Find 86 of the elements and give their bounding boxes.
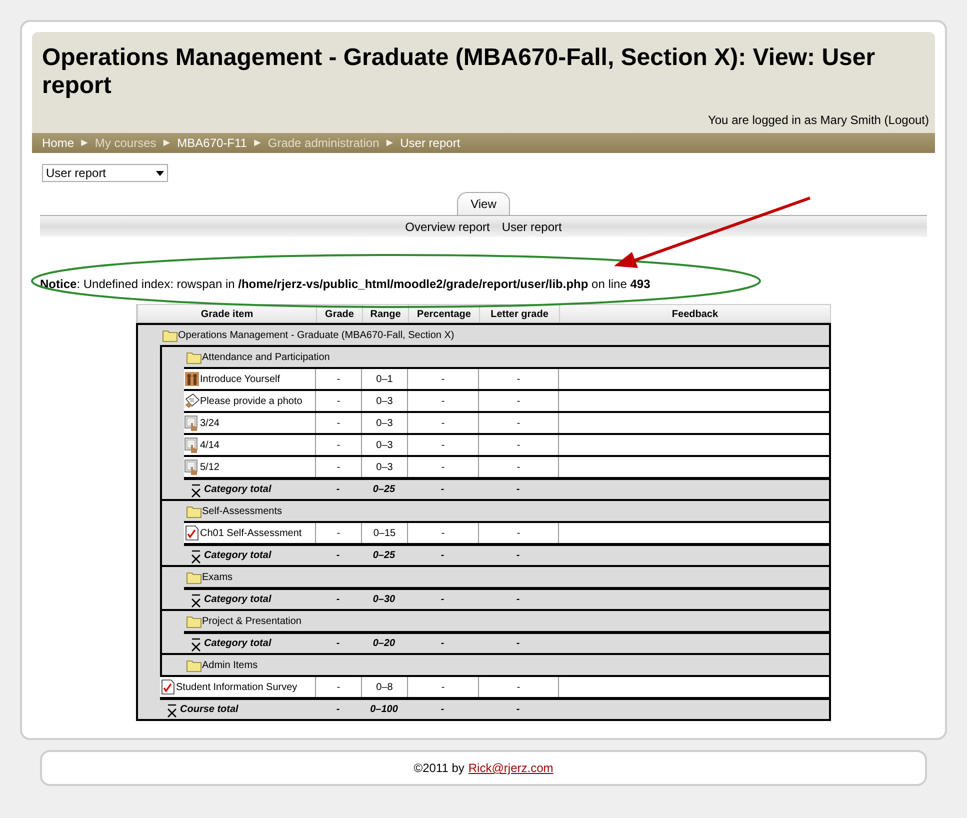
- table-cell: 0–25: [372, 550, 396, 561]
- table-cell: 0–100: [370, 704, 398, 715]
- table-cell: -: [516, 594, 520, 605]
- table-cell: 0–1: [376, 374, 393, 384]
- table-cell: -: [441, 462, 445, 472]
- table-cell: -: [336, 462, 340, 472]
- category-name: Self-Assessments: [202, 506, 282, 516]
- column-header: Grade item: [137, 305, 316, 323]
- hand-pointer-icon: [184, 415, 200, 431]
- category-name: Attendance and Participation: [202, 352, 330, 362]
- table-cell: -: [336, 638, 340, 649]
- table-cell: 0–25: [372, 484, 396, 495]
- breadcrumb-separator: ►: [161, 137, 172, 149]
- column-header: Grade: [316, 305, 362, 323]
- table-cell: -: [516, 682, 520, 692]
- table-cell: 0–8: [376, 682, 393, 692]
- table-cell: -: [440, 484, 444, 495]
- table-cell: -: [440, 550, 444, 561]
- breadcrumb-separator: ►: [384, 137, 396, 149]
- total-label: Category total: [204, 550, 272, 561]
- category-name: Operations Management - Graduate (MBA670-Fall, Section X): [178, 330, 454, 340]
- hand-pointer-icon: [184, 437, 200, 453]
- total-label: Course total: [180, 704, 238, 715]
- login-info: You are logged in as Mary Smith (Logout): [706, 112, 930, 129]
- table-cell: -: [516, 418, 520, 428]
- table-cell: -: [516, 484, 520, 495]
- table-cell: -: [440, 638, 444, 649]
- category-name: Exams: [202, 572, 233, 582]
- table-cell: -: [336, 704, 340, 715]
- table-cell: -: [441, 682, 445, 692]
- table-cell: -: [336, 594, 340, 605]
- breadcrumb-separator: ►: [79, 137, 90, 149]
- table-cell: -: [336, 440, 340, 450]
- table-cell: -: [336, 528, 340, 538]
- table-cell: -: [336, 418, 340, 428]
- table-cell: -: [336, 374, 340, 384]
- table-cell: 0–3: [376, 462, 393, 472]
- table-cell: -: [441, 418, 445, 428]
- table-cell: -: [516, 704, 520, 715]
- table-cell: -: [440, 594, 444, 605]
- table-cell: -: [440, 704, 444, 715]
- subtab-link[interactable]: User report: [502, 220, 562, 234]
- table-cell: -: [441, 396, 445, 406]
- table-cell: -: [516, 396, 520, 406]
- email-link[interactable]: Rick@rjerz.com: [468, 761, 554, 775]
- people-icon: [184, 371, 200, 387]
- column-header: Range: [362, 305, 408, 323]
- column-header: Percentage: [408, 305, 479, 323]
- grade-item-link[interactable]: 5/12: [200, 462, 220, 472]
- subtab-link[interactable]: Overview report: [405, 220, 490, 234]
- total-label: Category total: [204, 638, 272, 649]
- report-select[interactable]: User report: [42, 164, 168, 182]
- table-cell: 0–3: [376, 440, 393, 450]
- total-label: Category total: [204, 484, 272, 495]
- table-cell: -: [516, 528, 520, 538]
- caret-icon: [156, 170, 164, 176]
- table-cell: -: [516, 638, 520, 649]
- column-header: Letter grade: [479, 305, 559, 323]
- category-name: Admin Items: [202, 660, 258, 670]
- table-cell: 0–15: [373, 528, 396, 538]
- table-cell: -: [441, 440, 445, 450]
- table-cell: -: [516, 374, 520, 384]
- breadcrumb-separator: ►: [252, 137, 263, 149]
- notice-message: Notice: Undefined index: rowspan in /home/rjerz-vs/public_html/moodle2/grade/report/user/lib.php on line 493: [40, 277, 652, 291]
- page-title: Operations Management - Graduate (MBA670-Fall, Section X): View: User report: [41, 43, 876, 100]
- table-cell: 0–30: [372, 594, 396, 605]
- table-cell: -: [516, 550, 520, 561]
- table-cell: -: [441, 528, 445, 538]
- grade-item-link[interactable]: 4/14: [200, 440, 220, 450]
- table-cell: -: [336, 682, 340, 692]
- total-label: Category total: [204, 594, 272, 605]
- grade-item-link[interactable]: 3/24: [200, 418, 220, 428]
- footer-text: ©2011 by: [414, 761, 464, 775]
- table-cell: -: [336, 396, 340, 406]
- table-cell: -: [441, 374, 445, 384]
- table-cell: 0–20: [372, 638, 396, 649]
- category-name: Project & Presentation: [202, 616, 302, 626]
- table-cell: -: [336, 484, 340, 495]
- table-cell: 0–3: [376, 418, 393, 428]
- hand-pointer-icon: [184, 459, 200, 475]
- table-cell: -: [336, 550, 340, 561]
- table-cell: 0–3: [376, 396, 393, 406]
- table-cell: -: [516, 462, 520, 472]
- tab[interactable]: View: [456, 192, 510, 215]
- table-cell: -: [516, 440, 520, 450]
- column-header: Feedback: [559, 305, 830, 323]
